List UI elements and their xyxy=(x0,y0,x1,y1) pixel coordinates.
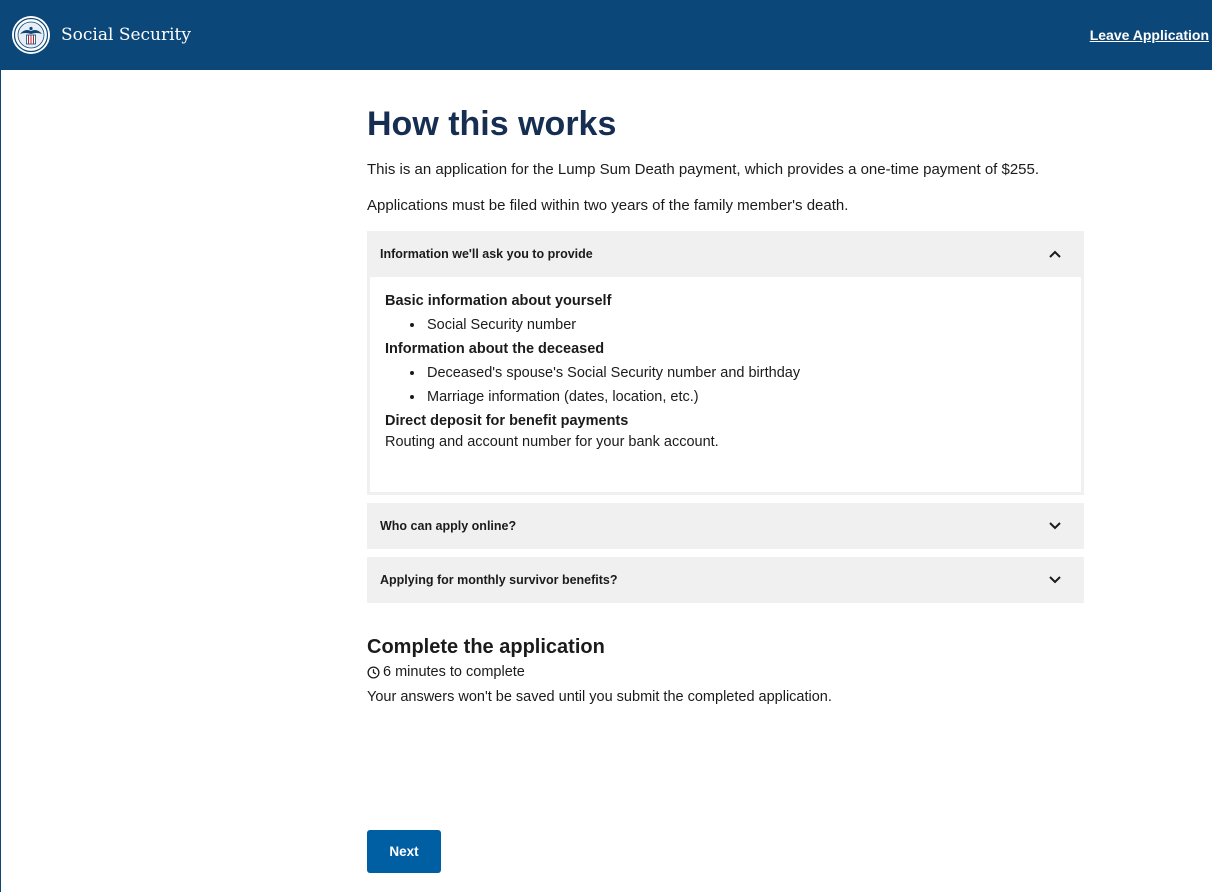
list-yourself: Social Security number xyxy=(385,313,1066,337)
accordion-monthly-button[interactable]: Applying for monthly survivor benefits? xyxy=(367,557,1084,603)
brand[interactable]: Social Security xyxy=(11,15,191,55)
page-title: How this works xyxy=(367,105,617,143)
accordion-info-panel: Basic information about yourself Social … xyxy=(367,277,1084,495)
list-item: Deceased's spouse's Social Security numb… xyxy=(425,361,1066,385)
accordion-info-label: Information we'll ask you to provide xyxy=(380,247,593,261)
list-item: Marriage information (dates, location, e… xyxy=(425,385,1066,409)
chevron-down-icon xyxy=(1049,576,1061,584)
panel-heading-deceased: Information about the deceased xyxy=(385,341,605,357)
panel-heading-deposit: Direct deposit for benefit payments xyxy=(385,413,629,429)
page-frame: Social Security Leave Application How th… xyxy=(0,0,1212,892)
leave-application-link[interactable]: Leave Application xyxy=(1090,27,1209,43)
duration-text: 6 minutes to complete xyxy=(383,664,525,680)
accordion-gap xyxy=(367,495,1084,503)
brand-name: Social Security xyxy=(61,25,191,45)
accordion-monthly-label: Applying for monthly survivor benefits? xyxy=(380,573,618,587)
site-header: Social Security Leave Application xyxy=(1,0,1212,70)
list-item: Social Security number xyxy=(425,313,1066,337)
accordion-gap xyxy=(367,549,1084,557)
next-button[interactable]: Next xyxy=(367,830,441,873)
duration: 6 minutes to complete xyxy=(367,661,1084,683)
list-deceased: Deceased's spouse's Social Security numb… xyxy=(385,361,1066,409)
complete-title: Complete the application xyxy=(367,636,605,658)
intro-text: This is an application for the Lump Sum … xyxy=(367,161,1040,178)
accordion-who-button[interactable]: Who can apply online? xyxy=(367,503,1084,549)
panel-text-deposit: Routing and account number for your bank… xyxy=(385,434,719,450)
deadline-text: Applications must be filed within two ye… xyxy=(367,197,849,214)
chevron-down-icon xyxy=(1049,522,1061,530)
main-content: How this works This is an application fo… xyxy=(367,70,1084,708)
panel-heading-yourself: Basic information about yourself xyxy=(385,293,612,309)
clock-icon xyxy=(367,665,380,679)
accordion-info-button[interactable]: Information we'll ask you to provide xyxy=(367,231,1084,277)
accordion-who-label: Who can apply online? xyxy=(380,519,517,533)
info-accordion: Information we'll ask you to provide Bas… xyxy=(367,231,1084,603)
save-note: Your answers won't be saved until you su… xyxy=(367,689,832,705)
chevron-up-icon xyxy=(1049,250,1061,258)
ssa-seal-icon xyxy=(12,16,50,54)
